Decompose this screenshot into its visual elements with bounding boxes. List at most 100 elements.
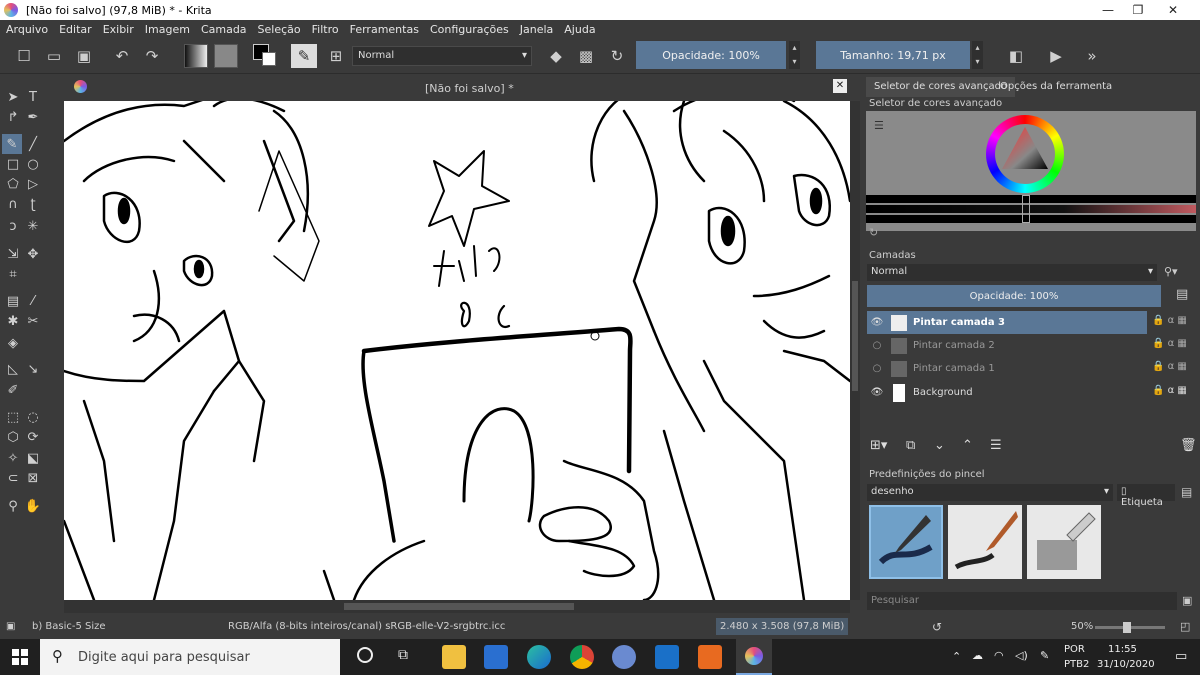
- layer-flags-icon[interactable]: 🔒 α ▦: [1152, 338, 1187, 349]
- layer-row-1[interactable]: ○ Pintar camada 1: [867, 357, 1147, 380]
- polygon-tool-icon[interactable]: ⬠: [4, 175, 22, 193]
- dynamic-brush-icon[interactable]: ↄ: [4, 217, 22, 235]
- transform-tool-icon[interactable]: ⇲: [4, 245, 22, 263]
- background-color-swatch[interactable]: [262, 52, 276, 66]
- open-folder-icon[interactable]: ▭: [42, 44, 66, 68]
- zoom-tool-icon[interactable]: ⚲: [4, 497, 22, 515]
- file-explorer-icon[interactable]: [442, 645, 466, 669]
- crop-tool-icon[interactable]: ⌗: [4, 265, 22, 283]
- new-document-icon[interactable]: ☐: [12, 44, 36, 68]
- filter-icon[interactable]: ⚲▾: [1164, 265, 1178, 278]
- ellipse-select-icon[interactable]: ◌: [24, 408, 42, 426]
- move-up-icon[interactable]: ⌃: [962, 438, 973, 453]
- task-view-icon[interactable]: ⧉: [398, 647, 408, 663]
- cortana-icon[interactable]: [357, 647, 373, 663]
- rect-select-icon[interactable]: ⬚: [4, 408, 22, 426]
- hidden-eye-icon[interactable]: ○: [867, 363, 887, 374]
- taskbar-search-input[interactable]: ⚲ Digite aqui para pesquisar: [40, 639, 340, 675]
- fl-studio-icon[interactable]: [698, 645, 722, 669]
- preset-round-brush[interactable]: [948, 505, 1022, 579]
- fit-view-icon[interactable]: ◰: [1180, 620, 1190, 633]
- freehand-brush-icon[interactable]: ✎: [2, 134, 22, 154]
- bezier-select-icon[interactable]: ⊂: [4, 469, 22, 487]
- saturation-triangle[interactable]: [1000, 125, 1050, 175]
- menu-filtro[interactable]: Filtro: [312, 23, 339, 36]
- smart-patch-icon[interactable]: ✱: [4, 312, 22, 330]
- undo-icon[interactable]: ↶: [110, 44, 134, 68]
- eye-icon[interactable]: 👁: [867, 317, 887, 328]
- duplicate-layer-icon[interactable]: ⧉: [906, 438, 915, 453]
- bezier-tool-icon[interactable]: ∩: [4, 195, 22, 213]
- size-stepper[interactable]: ▴ ▾: [972, 41, 983, 69]
- move-tool-icon[interactable]: ✥: [24, 245, 42, 263]
- text-tool-icon[interactable]: T: [24, 88, 42, 106]
- volume-icon[interactable]: ◁): [1015, 649, 1028, 662]
- selector-settings-icon[interactable]: ☰: [874, 119, 884, 132]
- menu-ajuda[interactable]: Ajuda: [564, 23, 595, 36]
- mirror-vertical-icon[interactable]: ▶: [1044, 44, 1068, 68]
- ellipse-tool-icon[interactable]: ○: [24, 155, 42, 173]
- more-tools-icon[interactable]: »: [1080, 44, 1104, 68]
- add-layer-icon[interactable]: ⊞▾: [870, 438, 887, 453]
- pattern-icon[interactable]: [214, 44, 238, 68]
- brush-settings-icon[interactable]: ⊞: [324, 44, 348, 68]
- similar-select-icon[interactable]: ⬕: [24, 449, 42, 467]
- tray-chevron-icon[interactable]: ⌃: [952, 650, 961, 663]
- menu-janela[interactable]: Janela: [520, 23, 554, 36]
- eye-icon[interactable]: 👁: [867, 387, 887, 398]
- reference-tool-icon[interactable]: ✐: [4, 381, 22, 399]
- magic-wand-icon[interactable]: ✧: [4, 449, 22, 467]
- color-selector-panel[interactable]: ☰: [866, 111, 1196, 231]
- opacity-stepper[interactable]: ▴ ▾: [789, 41, 800, 69]
- menu-exibir[interactable]: Exibir: [103, 23, 134, 36]
- preset-search-input[interactable]: Pesquisar: [867, 592, 1177, 610]
- network-icon[interactable]: ☁: [972, 649, 983, 662]
- layer-row-2[interactable]: ○ Pintar camada 2: [867, 334, 1147, 357]
- size-slider[interactable]: Tamanho: 19,71 px: [816, 41, 970, 69]
- layer-blend-select[interactable]: Normal ▾: [867, 264, 1157, 281]
- preset-roller[interactable]: [1027, 505, 1101, 579]
- gradient-tool-icon[interactable]: ▤: [4, 292, 22, 310]
- reload-preset-icon[interactable]: ↻: [605, 44, 629, 68]
- close-button[interactable]: ✕: [1150, 0, 1196, 20]
- image-dimensions[interactable]: 2.480 x 3.508 (97,8 MiB): [716, 618, 849, 635]
- mail-icon[interactable]: [655, 645, 679, 669]
- layer-settings-icon[interactable]: ▤: [1176, 287, 1188, 302]
- menu-ferramentas[interactable]: Ferramentas: [350, 23, 419, 36]
- measure-tool-icon[interactable]: ↘: [24, 360, 42, 378]
- multibrush-icon[interactable]: ✳: [24, 217, 42, 235]
- brush-preset-icon[interactable]: ✎: [291, 44, 317, 68]
- krita-task-button[interactable]: [736, 639, 772, 675]
- rectangle-tool-icon[interactable]: □: [4, 155, 22, 173]
- hue-ring[interactable]: [986, 115, 1064, 193]
- close-document-button[interactable]: ✕: [833, 79, 847, 93]
- store-icon[interactable]: [484, 645, 508, 669]
- menu-selecao[interactable]: Seleção: [258, 23, 301, 36]
- save-icon[interactable]: ▣: [1182, 594, 1192, 607]
- rotate-icon[interactable]: ↺: [932, 620, 942, 634]
- preset-group-select[interactable]: desenho ▾: [867, 484, 1113, 501]
- tag-button[interactable]: ▯ Etiqueta: [1117, 484, 1175, 508]
- calligraphy-icon[interactable]: ✒: [24, 108, 42, 126]
- color-picker-icon[interactable]: ⁄: [24, 292, 42, 310]
- select-shapes-icon[interactable]: ➤: [4, 88, 22, 106]
- edge-icon[interactable]: [527, 645, 551, 669]
- delete-layer-icon[interactable]: 🗑: [1180, 438, 1197, 453]
- polygon-select-icon[interactable]: ⬡: [4, 428, 22, 446]
- save-icon[interactable]: ▣: [72, 44, 96, 68]
- value-bar-1[interactable]: [866, 195, 1196, 203]
- clock-date[interactable]: 31/10/2020: [1097, 659, 1155, 670]
- value-bar-3[interactable]: [866, 215, 1196, 223]
- windows-start-icon[interactable]: [12, 649, 28, 665]
- move-down-icon[interactable]: ⌄: [934, 438, 945, 453]
- line-tool-icon[interactable]: ╱: [24, 135, 42, 153]
- edit-shapes-icon[interactable]: ↱: [4, 108, 22, 126]
- drawing-canvas[interactable]: [64, 101, 850, 600]
- layer-row-3[interactable]: 👁 Pintar camada 3: [867, 311, 1147, 334]
- clock-time[interactable]: 11:55: [1108, 644, 1137, 655]
- assistant-tool-icon[interactable]: ◺: [4, 360, 22, 378]
- keyboard-layout[interactable]: PTB2: [1064, 659, 1089, 670]
- hidden-eye-icon[interactable]: ○: [867, 340, 887, 351]
- magnetic-select-icon[interactable]: ⊠: [24, 469, 42, 487]
- redo-icon[interactable]: ↷: [140, 44, 164, 68]
